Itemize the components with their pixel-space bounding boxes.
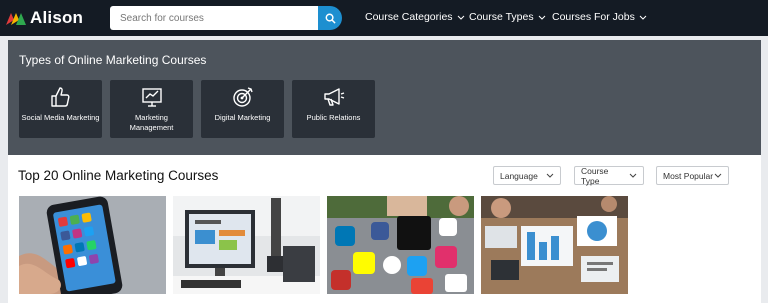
alison-logo[interactable]: Alison [6,8,83,28]
nav-label: Course Types [469,11,534,23]
dropdown-label: Most Popular [663,170,714,181]
chevron-down-icon [457,15,464,20]
search-icon [325,13,336,24]
chart-board-icon [141,88,162,107]
chevron-down-icon [538,15,545,20]
course-types-panel: Types of Online Marketing Courses Social… [8,40,761,155]
category-label: Public Relations [306,113,361,122]
course-type-filter-dropdown[interactable]: Course Type [574,165,644,186]
social-media-icons-table-image [327,196,474,294]
smartphone-social-apps-image [19,196,166,294]
courses-section: Top 20 Online Marketing Courses Language… [8,155,761,303]
alison-logo-icon [6,13,26,25]
category-label: Digital Marketing [214,113,271,122]
search-button[interactable] [318,6,342,30]
megaphone-icon [323,88,344,106]
course-card[interactable] [173,196,320,294]
nav-label: Course Categories [365,11,453,23]
chevron-down-icon [639,15,647,20]
chevron-down-icon [714,173,722,178]
category-label: Social Media Marketing [21,113,100,122]
category-public-relations[interactable]: Public Relations [292,80,375,138]
nav-label: Courses For Jobs [552,11,635,23]
thumbs-up-icon [50,87,70,107]
category-social-media-marketing[interactable]: Social Media Marketing [19,80,102,138]
brand-name: Alison [30,8,84,27]
chevron-down-icon [629,173,637,178]
course-card[interactable] [327,196,474,294]
dropdown-label: Course Type [581,165,609,186]
panel-title: Types of Online Marketing Courses [19,53,207,67]
course-card[interactable] [19,196,166,294]
category-marketing-management[interactable]: Marketing Management [110,80,193,138]
category-label: Marketing Management [129,113,174,132]
sort-filter-dropdown[interactable]: Most Popular [656,166,729,185]
target-icon [232,87,253,107]
course-card[interactable] [481,196,628,294]
nav-courses-for-jobs[interactable]: Courses For Jobs [552,11,647,23]
top-navigation-bar: Alison Course Categories Course Types Co… [0,0,768,36]
team-charts-meeting-image [481,196,628,294]
language-filter-dropdown[interactable]: Language [493,166,561,185]
nav-course-categories[interactable]: Course Categories [365,11,465,23]
category-digital-marketing[interactable]: Digital Marketing [201,80,284,138]
marketing-strategy-desk-image [173,196,320,294]
search-bar [110,6,342,30]
chevron-down-icon [546,173,554,178]
section-title: Top 20 Online Marketing Courses [18,168,219,183]
search-input[interactable] [110,6,319,30]
nav-course-types[interactable]: Course Types [469,11,546,23]
dropdown-label: Language [500,170,538,181]
